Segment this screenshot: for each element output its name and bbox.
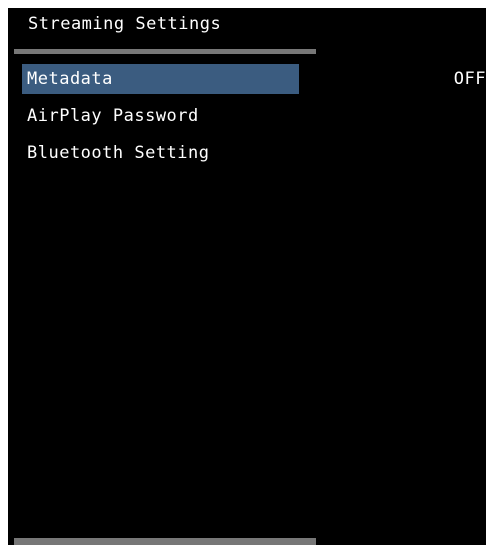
menu-item-label: Bluetooth Setting	[27, 143, 210, 163]
menu-item-value: OFF	[453, 69, 486, 89]
menu-item-airplay-password[interactable]: AirPlay Password	[22, 101, 486, 131]
menu-item-bluetooth-setting[interactable]: Bluetooth Setting	[22, 138, 486, 168]
top-divider	[14, 49, 316, 54]
menu-item-metadata[interactable]: Metadata OFF	[22, 64, 486, 94]
page-title: Streaming Settings	[28, 14, 222, 34]
bottom-divider	[14, 538, 316, 545]
menu-item-label: Metadata	[22, 64, 299, 94]
settings-menu: Metadata OFF AirPlay Password Bluetooth …	[22, 64, 486, 175]
menu-item-label: AirPlay Password	[27, 106, 199, 126]
settings-screen: Streaming Settings Metadata OFF AirPlay …	[8, 8, 486, 545]
